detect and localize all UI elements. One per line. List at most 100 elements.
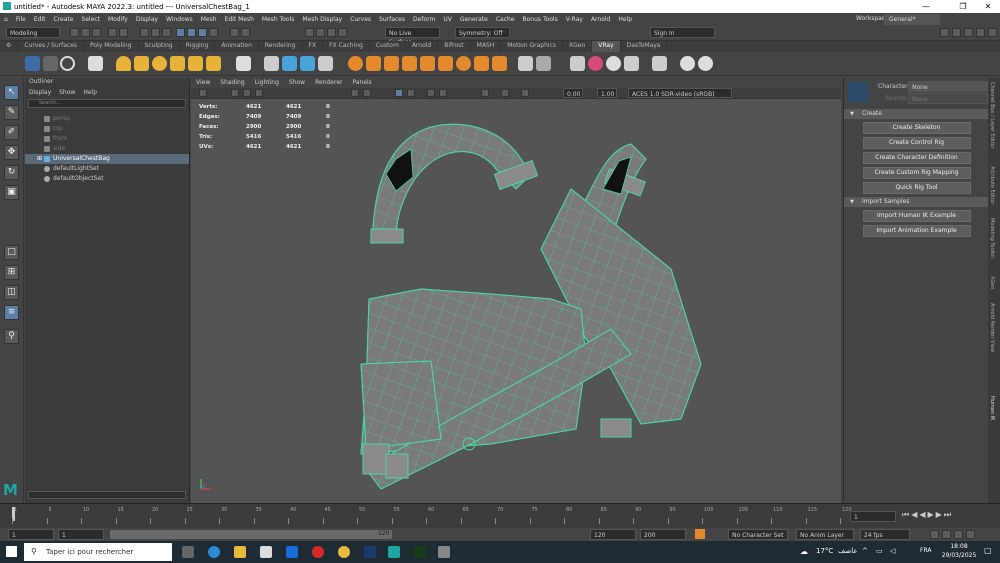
outliner-item-side[interactable]: side (25, 144, 189, 154)
wireframe-icon[interactable] (351, 89, 359, 97)
quick-rig-tool-button[interactable]: Quick Rig Tool (862, 182, 971, 194)
menu-select[interactable]: Select (77, 16, 104, 23)
select-component-icon[interactable] (162, 28, 171, 37)
outliner-item-top[interactable]: top (25, 124, 189, 134)
menu-windows[interactable]: Windows (162, 16, 197, 23)
fur-icon[interactable] (318, 56, 333, 71)
outliner-scrollbar[interactable] (28, 491, 186, 499)
shelf-tab-animation[interactable]: Animation (215, 41, 259, 52)
edge-icon[interactable] (208, 546, 220, 558)
viewport-menu-lighting[interactable]: Lighting (250, 78, 284, 88)
outliner-search-input[interactable]: Search... (28, 99, 186, 108)
vray-fur-icon[interactable] (420, 56, 435, 71)
menu-deform[interactable]: Deform (409, 16, 439, 23)
select-hierarchy-icon[interactable] (140, 28, 149, 37)
scale-tool-icon[interactable]: ▣ (4, 185, 19, 200)
outliner-item-front[interactable]: front (25, 134, 189, 144)
clipper-icon[interactable] (492, 56, 507, 71)
character-set-icon[interactable] (695, 529, 705, 539)
menu-uv[interactable]: UV (439, 16, 456, 23)
layout-settings-icon[interactable] (988, 28, 997, 37)
create-control-rig-button[interactable]: Create Control Rig (862, 137, 971, 149)
proxy-import-icon[interactable] (282, 56, 297, 71)
hypershade-icon[interactable] (338, 28, 347, 37)
xray-icon[interactable] (501, 89, 509, 97)
file-explorer-icon[interactable] (234, 546, 246, 558)
viewport-menu-panels[interactable]: Panels (347, 78, 376, 88)
menu-arnold[interactable]: Arnold (587, 16, 614, 23)
shelf-tab-rendering[interactable]: Rendering (259, 41, 303, 52)
menu-mesh-tools[interactable]: Mesh Tools (258, 16, 298, 23)
range-start-field[interactable]: 1 (8, 529, 54, 540)
shelf-tab-arnold[interactable]: Arnold (406, 41, 439, 52)
smooth-shade-icon[interactable] (363, 89, 371, 97)
tab-channel-box[interactable]: Channel Box / Layer Editor (989, 82, 995, 149)
outliner-menu-display[interactable]: Display (25, 89, 55, 96)
object-properties-icon[interactable] (384, 56, 399, 71)
outliner-item-persp[interactable]: persp (25, 114, 189, 124)
tab-modeling-toolkit[interactable]: Modeling Toolkit (989, 218, 995, 258)
menu-surfaces[interactable]: Surfaces (375, 16, 409, 23)
shelf-tab-curves-surfaces[interactable]: Curves / Surfaces (18, 41, 85, 52)
shelf-tab-mash[interactable]: MASH (471, 41, 502, 52)
viewport-menu-shading[interactable]: Shading (215, 78, 249, 88)
redo-icon[interactable] (119, 28, 128, 37)
rotate-tool-icon[interactable]: ↻ (4, 165, 19, 180)
menu-edit-mesh[interactable]: Edit Mesh (221, 16, 258, 23)
outliner-menu-show[interactable]: Show (55, 89, 79, 96)
sign-in-button[interactable]: Sign In (650, 27, 715, 38)
menu-vray[interactable]: V-Ray (562, 16, 587, 23)
character-set-select[interactable]: No Character Set (728, 529, 788, 540)
camera-select-icon[interactable] (199, 89, 207, 97)
close-button[interactable]: ✕ (978, 0, 998, 13)
range-end-field[interactable]: 120 (590, 529, 636, 540)
audio-icon[interactable] (942, 530, 951, 539)
weather-icon[interactable]: ☁ (800, 547, 808, 556)
snap-view-icon[interactable] (209, 28, 218, 37)
import-humanik-example-button[interactable]: Import Human IK Example (862, 210, 971, 222)
layout-graph-icon[interactable] (976, 28, 985, 37)
gear-icon[interactable]: ⚙ (0, 41, 19, 52)
history-icon[interactable] (230, 28, 239, 37)
viewport-menu-show[interactable]: Show (284, 78, 310, 88)
menu-display[interactable]: Display (132, 16, 162, 23)
shelf-tab-vray[interactable]: VRay (592, 41, 621, 52)
fps-select[interactable]: 24 fps (860, 529, 910, 540)
shelf-tab-xgen[interactable]: XGen (563, 41, 593, 52)
menu-mesh-display[interactable]: Mesh Display (298, 16, 346, 23)
windows-start-icon[interactable] (6, 546, 17, 557)
shelf-tab-custom[interactable]: Custom (370, 41, 406, 52)
lasso-tool-icon[interactable]: ✎ (4, 105, 19, 120)
bulb-icon[interactable] (680, 56, 695, 71)
auto-key-icon[interactable] (954, 530, 963, 539)
single-view-icon[interactable]: □ (4, 245, 19, 260)
layout-four-icon[interactable] (952, 28, 961, 37)
section-create[interactable]: Create (844, 109, 989, 119)
language-indicator[interactable]: FRA (920, 547, 931, 554)
import-animation-example-button[interactable]: Import Animation Example (862, 225, 971, 237)
clock-date[interactable]: 29/03/2025 (938, 552, 980, 559)
symmetry-select[interactable]: Symmetry: Off (455, 27, 510, 38)
time-slider[interactable]: 1 5 10 15 20 25 30 35 40 45 50 55 60 65 70 75 80 85 90 95 10… (0, 503, 1000, 528)
render-element-icon[interactable] (438, 56, 453, 71)
sun-light-icon[interactable] (170, 56, 185, 71)
snap-curve-icon[interactable] (187, 28, 196, 37)
tab-xgen[interactable]: XGen (989, 276, 995, 290)
mesh-light-icon[interactable] (206, 56, 221, 71)
vray-render-icon[interactable] (25, 56, 40, 71)
outliner-item-defaultobjectset[interactable]: defaultObjectSet (25, 174, 189, 184)
opera-icon[interactable] (312, 546, 324, 558)
source-select[interactable]: None (908, 93, 988, 104)
render-frame-icon[interactable] (305, 28, 314, 37)
outlook-icon[interactable] (286, 546, 298, 558)
new-scene-icon[interactable] (70, 28, 79, 37)
select-tool-icon[interactable]: ↖ (4, 85, 19, 100)
snap-point-icon[interactable] (198, 28, 207, 37)
menu-edit[interactable]: Edit (30, 16, 50, 23)
loop-icon[interactable] (930, 530, 939, 539)
rect-light-icon[interactable] (134, 56, 149, 71)
notification-icon[interactable]: ▢ (984, 546, 992, 555)
save-scene-icon[interactable] (92, 28, 101, 37)
paint-select-icon[interactable]: ✐ (4, 125, 19, 140)
side-by-side-icon[interactable]: ◫ (4, 285, 19, 300)
